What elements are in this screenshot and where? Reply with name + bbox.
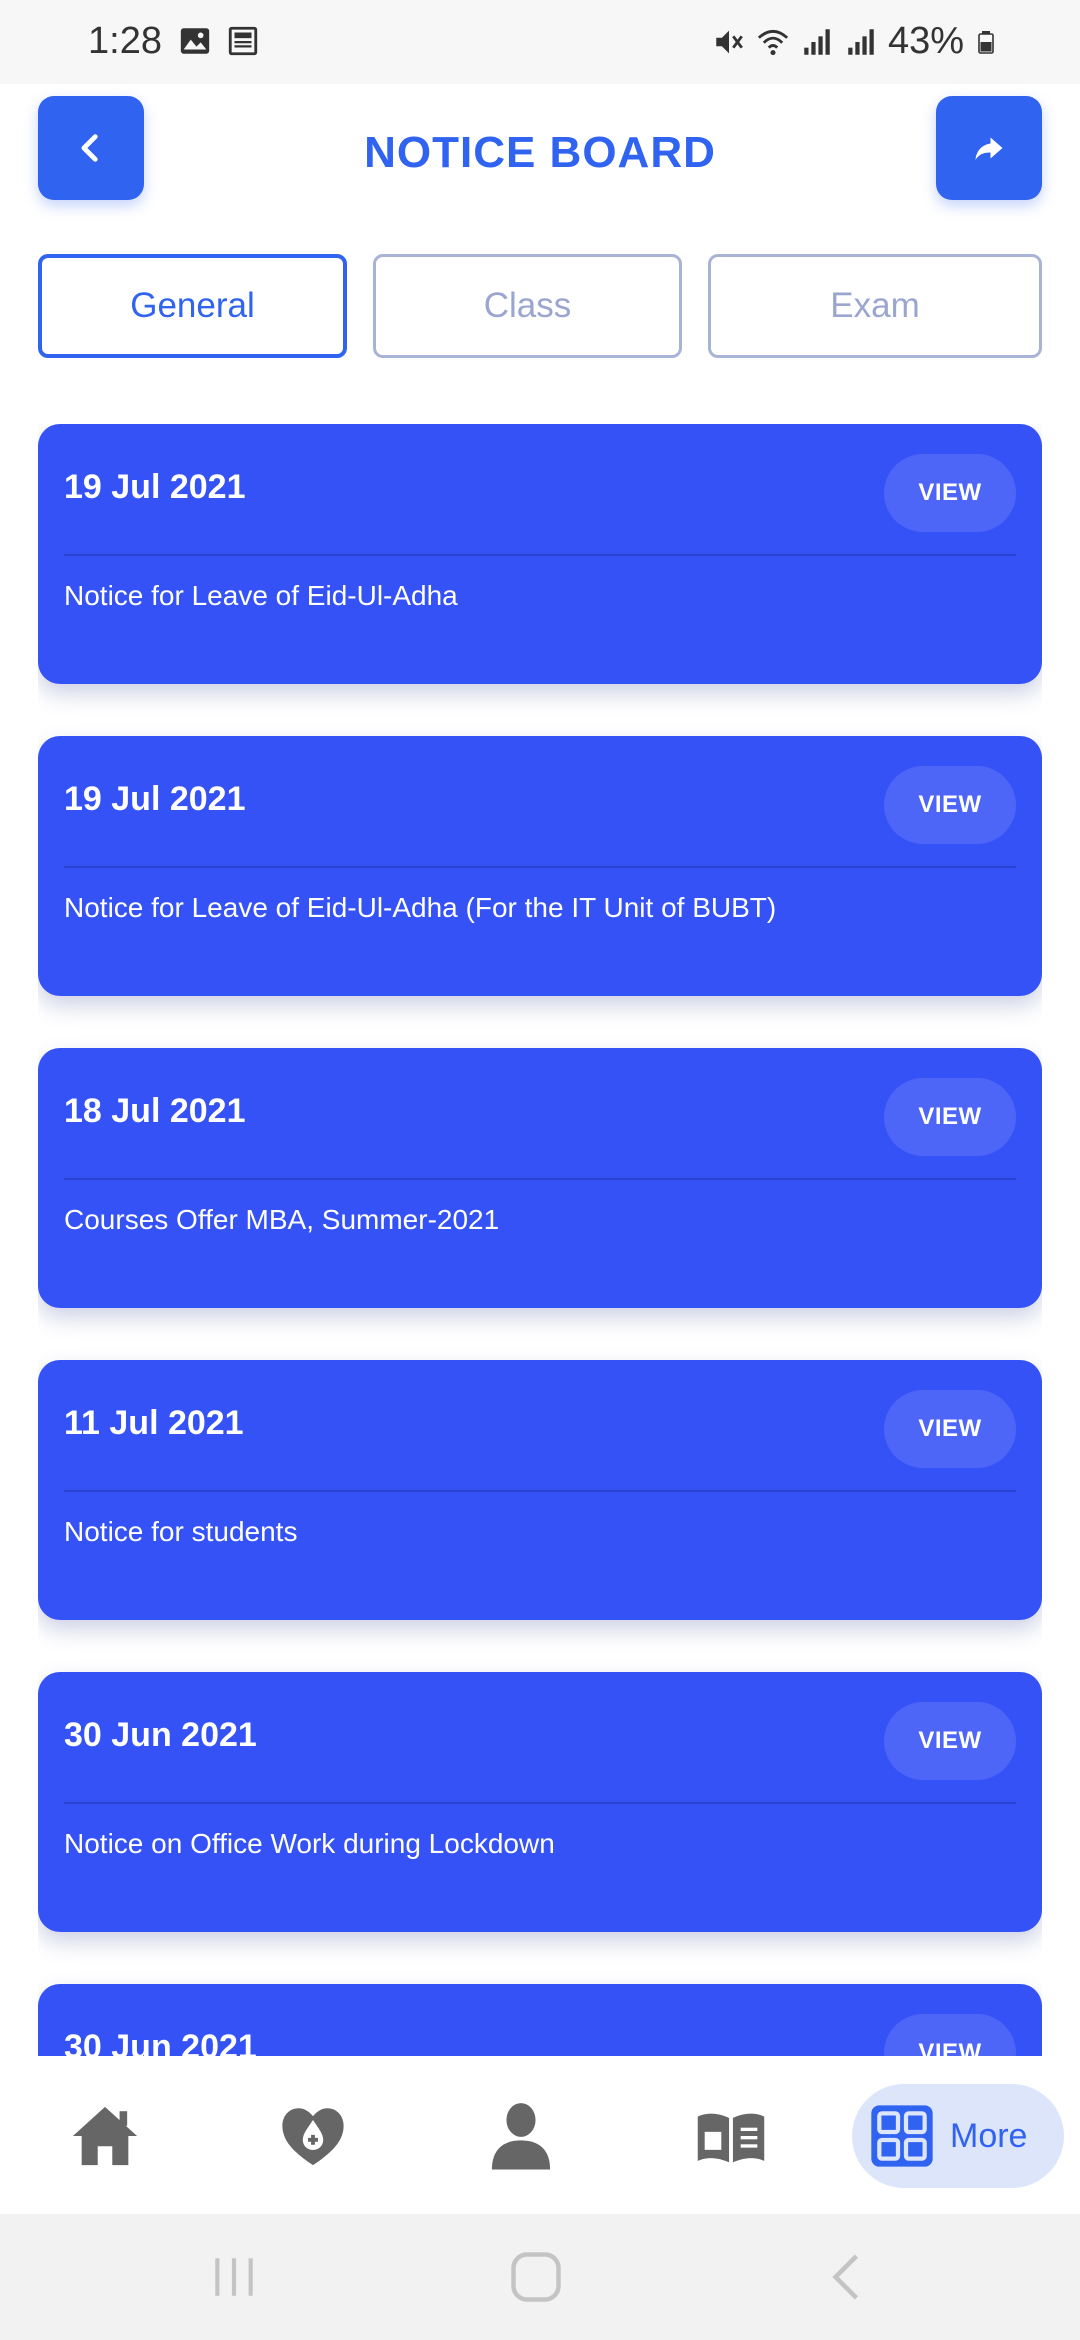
notice-date: 19 Jul 2021	[64, 780, 246, 818]
newspaper-icon	[228, 26, 258, 56]
view-button[interactable]: VIEW	[884, 2014, 1016, 2056]
status-notification-icons	[178, 24, 260, 58]
notice-title: Notice on Office Work during Lockdown	[64, 1828, 555, 1859]
notice-card[interactable]: 30 Jun 2021 VIEW Notice on Office Work d…	[38, 1672, 1042, 1932]
card-divider	[64, 1490, 1016, 1492]
recent-apps-icon	[215, 2258, 253, 2296]
battery-percent: 43%	[887, 20, 964, 62]
home-icon	[72, 2106, 138, 2166]
notice-title: Notice for students	[64, 1516, 298, 1547]
battery-icon	[978, 30, 994, 54]
profile-icon	[491, 2103, 551, 2170]
notice-card[interactable]: 19 Jul 2021 VIEW Notice for Leave of Eid…	[38, 736, 1042, 996]
notice-title: Courses Offer MBA, Summer-2021	[64, 1204, 500, 1235]
notice-card[interactable]: 30 Jun 2021 VIEW	[38, 1984, 1042, 2056]
category-tabs: General Class Exam	[38, 254, 1042, 358]
home-system-icon	[511, 2252, 561, 2302]
nav-more-label: More	[950, 2116, 1028, 2155]
notice-card[interactable]: 18 Jul 2021 VIEW Courses Offer MBA, Summ…	[38, 1048, 1042, 1308]
signal-icon	[804, 28, 830, 55]
share-arrow-icon	[975, 137, 1003, 160]
view-button[interactable]: VIEW	[884, 454, 1016, 532]
book-icon	[697, 2113, 765, 2163]
recent-apps-button[interactable]	[204, 2252, 264, 2302]
system-navigation-bar	[0, 2214, 1080, 2340]
card-divider	[64, 1802, 1016, 1804]
health-icon	[282, 2108, 344, 2166]
notice-title: Notice for Leave of Eid-Ul-Adha	[64, 580, 458, 611]
image-icon	[180, 28, 210, 54]
notice-date: 30 Jun 2021	[64, 2028, 257, 2056]
status-bar: 1:28 43%	[0, 0, 1080, 84]
card-divider	[64, 866, 1016, 868]
page-title: NOTICE BOARD	[364, 128, 716, 177]
card-divider	[64, 1178, 1016, 1180]
view-button[interactable]: VIEW	[884, 1702, 1016, 1780]
home-system-button[interactable]	[506, 2252, 566, 2302]
view-button[interactable]: VIEW	[884, 766, 1016, 844]
notice-title: Notice for Leave of Eid-Ul-Adha (For the…	[64, 892, 777, 923]
notice-date: 18 Jul 2021	[64, 1092, 246, 1130]
notice-date: 30 Jun 2021	[64, 1716, 257, 1754]
tab-general[interactable]: General	[38, 254, 347, 358]
view-button[interactable]: VIEW	[884, 1390, 1016, 1468]
view-button[interactable]: VIEW	[884, 1078, 1016, 1156]
share-button[interactable]	[936, 96, 1042, 200]
nav-health[interactable]	[268, 2086, 358, 2186]
back-system-button[interactable]	[816, 2252, 876, 2302]
signal-icon	[848, 28, 874, 55]
notice-card[interactable]: 11 Jul 2021 VIEW Notice for students	[38, 1360, 1042, 1620]
grid-icon	[871, 2105, 933, 2167]
tab-class[interactable]: Class	[373, 254, 682, 358]
nav-home[interactable]	[60, 2086, 150, 2186]
bottom-navigation: More	[0, 2056, 1080, 2214]
nav-library[interactable]	[686, 2086, 776, 2186]
status-time: 1:28	[88, 20, 162, 62]
status-system-icons: 43%	[712, 20, 998, 63]
card-divider	[64, 554, 1016, 556]
notice-card[interactable]: 19 Jul 2021 VIEW Notice for Leave of Eid…	[38, 424, 1042, 684]
tab-exam[interactable]: Exam	[708, 254, 1042, 358]
notice-date: 19 Jul 2021	[64, 468, 246, 506]
notice-date: 11 Jul 2021	[64, 1404, 244, 1442]
nav-more[interactable]: More	[852, 2084, 1064, 2188]
mute-icon	[716, 30, 743, 53]
wifi-icon	[757, 29, 789, 55]
back-system-icon	[832, 2254, 859, 2300]
notice-list[interactable]: 19 Jul 2021 VIEW Notice for Leave of Eid…	[38, 424, 1042, 2056]
nav-profile[interactable]	[476, 2086, 566, 2186]
